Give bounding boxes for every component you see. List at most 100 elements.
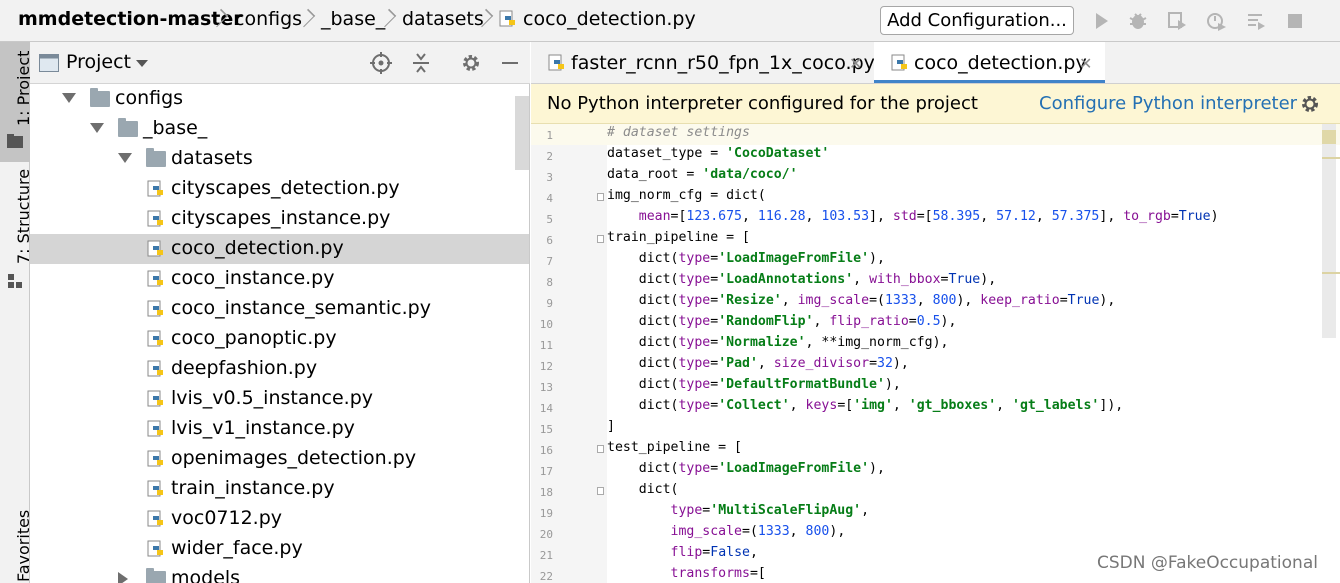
tree-item-label: cityscapes_detection.py <box>171 177 400 199</box>
code-line: 16 test_pipeline = [ <box>531 439 1340 460</box>
code-text: ] <box>607 419 615 434</box>
gear-icon[interactable] <box>1299 93 1321 115</box>
folder-icon <box>118 118 138 137</box>
code-text: transforms=[ <box>670 566 766 581</box>
tab-label: faster_rcnn_r50_fpn_1x_coco.py <box>571 52 875 74</box>
tree-file[interactable]: coco_panoptic.py <box>30 324 529 354</box>
code-line: 20 img_scale=(1333, 800), <box>531 523 1340 544</box>
debug-icon[interactable] <box>1127 10 1149 32</box>
tree-file[interactable]: lvis_v1_instance.py <box>30 414 529 444</box>
tab-coco-detection[interactable]: coco_detection.py ✕ <box>874 42 1105 83</box>
error-stripe-mark[interactable] <box>1322 272 1340 274</box>
chevron-right-icon[interactable] <box>118 572 128 583</box>
chevron-down-icon[interactable] <box>136 60 148 67</box>
run-icon[interactable] <box>1090 10 1112 32</box>
close-icon[interactable]: ✕ <box>1079 54 1092 73</box>
profile-icon[interactable] <box>1205 10 1227 32</box>
code-text: dict(type='LoadAnnotations', with_bbox=T… <box>607 272 997 287</box>
add-configuration-button[interactable]: Add Configuration... <box>880 6 1074 35</box>
collapse-all-icon[interactable] <box>410 52 432 74</box>
locate-icon[interactable] <box>370 52 392 74</box>
fold-marker-icon[interactable] <box>597 487 604 495</box>
build-icon[interactable] <box>1245 10 1267 32</box>
python-file-icon <box>147 420 163 437</box>
tree-file[interactable]: lvis_v0.5_instance.py <box>30 384 529 414</box>
code-line: 11 dict(type='Normalize', **img_norm_cfg… <box>531 334 1340 355</box>
code-line: 2 dataset_type = 'CocoDataset' <box>531 145 1340 166</box>
minimize-icon[interactable] <box>500 52 520 74</box>
inspection-marker[interactable] <box>1322 130 1336 144</box>
tree-file[interactable]: cityscapes_instance.py <box>30 204 529 234</box>
configure-interpreter-link[interactable]: Configure Python interpreter <box>1039 93 1297 114</box>
python-file-icon <box>891 54 907 71</box>
banner-message: No Python interpreter configured for the… <box>547 93 978 114</box>
stop-icon[interactable] <box>1284 10 1306 32</box>
code-text: dict(type='LoadImageFromFile'), <box>607 461 885 476</box>
tree-file[interactable]: wider_face.py <box>30 534 529 564</box>
code-editor[interactable]: 1 # dataset settings 2 dataset_type = 'Coco… <box>531 124 1340 583</box>
code-line: 4 img_norm_cfg = dict( <box>531 187 1340 208</box>
gear-icon[interactable] <box>460 52 482 74</box>
tree-file[interactable]: coco_instance_semantic.py <box>30 294 529 324</box>
tree-item-label: coco_detection.py <box>171 237 344 259</box>
fold-marker-icon[interactable] <box>597 235 604 243</box>
tab-structure[interactable]: 7: Structure <box>0 169 33 294</box>
chevron-down-icon[interactable] <box>62 93 76 103</box>
fold-marker-icon[interactable] <box>597 193 604 201</box>
line-number: 10 <box>539 318 553 331</box>
breadcrumb-base[interactable]: _base_ <box>321 8 385 30</box>
tab-favorites[interactable]: Favorites <box>0 482 33 583</box>
coverage-icon[interactable] <box>1166 10 1188 32</box>
tree-folder[interactable]: configs <box>30 84 529 114</box>
line-number: 19 <box>539 507 553 520</box>
folder-icon <box>146 148 166 167</box>
code-line: 6 train_pipeline = [ <box>531 229 1340 250</box>
python-file-icon <box>147 210 163 227</box>
python-file-icon <box>147 180 163 197</box>
tree-file[interactable]: openimages_detection.py <box>30 444 529 474</box>
close-icon[interactable]: ✕ <box>849 54 862 73</box>
code-line: 9 dict(type='Resize', img_scale=(1333, 8… <box>531 292 1340 313</box>
project-panel-title[interactable]: Project <box>66 51 131 73</box>
tree-folder[interactable]: _base_ <box>30 114 529 144</box>
fold-marker-icon[interactable] <box>597 445 604 453</box>
watermark: CSDN @FakeOccupational <box>1097 553 1318 573</box>
line-number: 16 <box>539 444 553 457</box>
chevron-down-icon[interactable] <box>90 123 104 133</box>
tab-faster-rcnn[interactable]: faster_rcnn_r50_fpn_1x_coco.py ✕ <box>531 42 875 83</box>
tree-folder[interactable]: models <box>30 564 529 583</box>
tree-file[interactable]: cityscapes_detection.py <box>30 174 529 204</box>
breadcrumb-configs[interactable]: configs <box>234 8 302 30</box>
tab-project[interactable]: 1: Project <box>0 42 33 162</box>
python-file-icon <box>147 390 163 407</box>
python-file-icon <box>147 360 163 377</box>
code-line: 12 dict(type='Pad', size_divisor=32), <box>531 355 1340 376</box>
tree-file[interactable]: deepfashion.py <box>30 354 529 384</box>
navigation-bar: mmdetection-master configs _base_ datase… <box>0 0 1340 42</box>
line-number: 12 <box>539 360 553 373</box>
tree-file[interactable]: coco_detection.py <box>30 234 529 264</box>
chevron-down-icon[interactable] <box>118 153 132 163</box>
breadcrumb-datasets[interactable]: datasets <box>402 8 484 30</box>
line-number: 22 <box>539 570 553 583</box>
tree-folder[interactable]: datasets <box>30 144 529 174</box>
code-line: 18 dict( <box>531 481 1340 502</box>
code-text: mean=[123.675, 116.28, 103.53], std=[58.… <box>638 209 1219 224</box>
project-view-icon <box>39 54 59 72</box>
tree-file[interactable]: train_instance.py <box>30 474 529 504</box>
tree-file[interactable]: coco_instance.py <box>30 264 529 294</box>
code-line: 13 dict(type='DefaultFormatBundle'), <box>531 376 1340 397</box>
code-line: 15] <box>531 418 1340 439</box>
tree-file[interactable]: voc0712.py <box>30 504 529 534</box>
line-number: 20 <box>539 528 553 541</box>
error-stripe-mark[interactable] <box>1322 157 1340 159</box>
code-text: type='MultiScaleFlipAug', <box>670 503 870 518</box>
tree-scrollbar-thumb[interactable] <box>515 96 529 170</box>
tree-item-label: coco_instance_semantic.py <box>171 297 431 319</box>
python-file-icon <box>147 300 163 317</box>
code-line: 17 dict(type='LoadImageFromFile'), <box>531 460 1340 481</box>
python-file-icon <box>147 240 163 257</box>
line-number: 13 <box>539 381 553 394</box>
tree-item-label: lvis_v0.5_instance.py <box>171 387 373 409</box>
breadcrumb-file[interactable]: coco_detection.py <box>523 8 696 30</box>
